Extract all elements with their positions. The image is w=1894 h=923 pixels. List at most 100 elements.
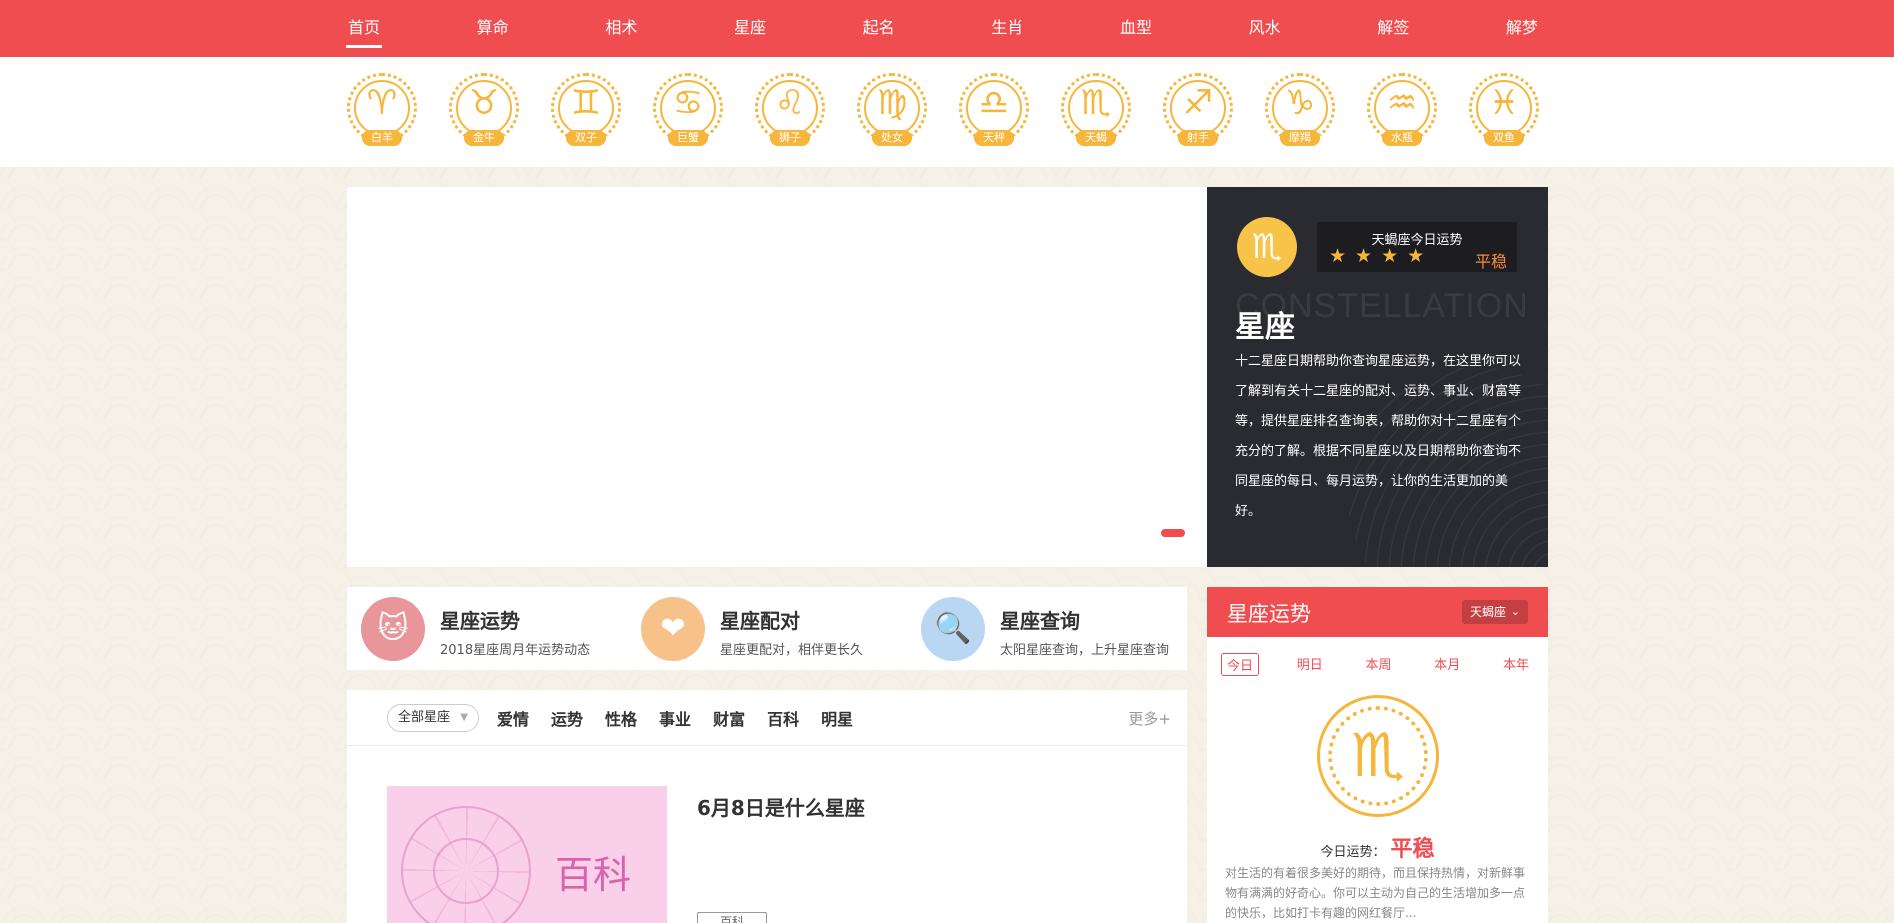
star-rating: ★ ★ ★ ★ xyxy=(1329,246,1424,266)
nav-item[interactable]: 起名 xyxy=(861,0,897,57)
nav-item[interactable]: 星座 xyxy=(732,0,768,57)
panel-description: 十二星座日期帮助你查询星座运势，在这里你可以了解到有关十二星座的配对、运势、事业… xyxy=(1235,354,1522,519)
star-icon: ★ xyxy=(1329,245,1347,267)
top-nav-items: 首页 算命 相术 星座 起名 生肖 血型 风水 解签 解梦 xyxy=(346,0,1540,57)
feature-card[interactable]: 🐱 星座运势 2018星座周月年运势动态 xyxy=(361,587,627,670)
star-icon: ★ xyxy=(1407,245,1425,267)
feature-card[interactable]: 🔍 星座查询 太阳星座查询，上升星座查询 xyxy=(921,587,1187,670)
zodiac-item[interactable]: ♐ 射手 xyxy=(1162,73,1234,153)
feature-title: 星座配对 xyxy=(720,609,800,633)
zodiac-item[interactable]: ♉ 金牛 xyxy=(448,73,520,153)
zodiac-name: 白羊 xyxy=(362,130,402,146)
zodiac-item[interactable]: ♑ 摩羯 xyxy=(1264,73,1336,153)
zodiac-name: 水瓶 xyxy=(1382,130,1422,146)
fortune-level: 平稳 xyxy=(1474,252,1507,271)
feature-title: 星座运势 xyxy=(440,609,520,633)
zodiac-item[interactable]: ♒ 水瓶 xyxy=(1366,73,1438,153)
period-tab[interactable]: 今日 xyxy=(1221,653,1260,676)
nav-item[interactable]: 算命 xyxy=(475,0,511,57)
zodiac-item[interactable]: ♎ 天秤 xyxy=(958,73,1030,153)
filter-tab[interactable]: 爱情 xyxy=(497,706,529,730)
zodiac-name: 双子 xyxy=(566,130,606,146)
zodiac-glyph-icon: ♊ xyxy=(570,83,602,123)
panel-title: 星座 xyxy=(1235,310,1295,345)
period-tab[interactable]: 明日 xyxy=(1292,653,1328,676)
article-tag[interactable]: 百科 xyxy=(697,912,767,923)
feature-subtitle: 星座更配对，相伴更长久 xyxy=(720,643,864,658)
filter-tab[interactable]: 事业 xyxy=(659,706,691,730)
today-fortune-line: 今日运势： 平稳 xyxy=(1207,831,1548,863)
filter-tab[interactable]: 财富 xyxy=(713,706,745,730)
zodiac-glyph-icon: ♎ xyxy=(978,83,1010,123)
zodiac-name: 射手 xyxy=(1178,130,1218,146)
nav-item[interactable]: 风水 xyxy=(1247,0,1283,57)
nav-item[interactable]: 血型 xyxy=(1118,0,1154,57)
scorpio-emblem-icon: ♏ xyxy=(1317,695,1439,817)
zodiac-name: 处女 xyxy=(872,130,912,146)
period-tab[interactable]: 本月 xyxy=(1429,653,1465,676)
article-list: 全部星座 ▼ 爱情 运势 性格 事业 财富 百科 明星 更多+ 百科 6月8日是什么星座 百… xyxy=(347,690,1187,923)
period-tabs: 今日 明日 本周 本月 本年 xyxy=(1221,653,1534,676)
filter-tab[interactable]: 运势 xyxy=(551,706,583,730)
filter-tab[interactable]: 性格 xyxy=(605,706,637,730)
thumbnail-label: 百科 xyxy=(555,853,632,897)
feature-card[interactable]: ❤ 星座配对星座更配对，相伴更长久 xyxy=(641,587,907,670)
filter-bar: 全部星座 ▼ 爱情 运势 性格 事业 财富 百科 明星 更多+ xyxy=(347,690,1187,746)
today-value: 平稳 xyxy=(1390,837,1435,862)
nav-item[interactable]: 首页 xyxy=(346,0,383,57)
zodiac-name: 天蝎 xyxy=(1076,130,1116,146)
zodiac-item[interactable]: ♊ 双子 xyxy=(550,73,622,153)
zodiac-name: 双鱼 xyxy=(1484,130,1524,146)
period-tab[interactable]: 本年 xyxy=(1498,653,1534,676)
zodiac-item[interactable]: ♋ 巨蟹 xyxy=(652,73,724,153)
period-tab[interactable]: 本周 xyxy=(1360,653,1396,676)
feature-subtitle: 2018星座周月年运势动态 xyxy=(440,643,591,658)
search-icon: 🔍 xyxy=(921,597,985,661)
zodiac-name: 狮子 xyxy=(770,130,810,146)
nav-item[interactable]: 生肖 xyxy=(989,0,1025,57)
feature-subtitle: 太阳星座查询，上升星座查询 xyxy=(1000,643,1170,658)
zodiac-glyph-icon: ♋ xyxy=(672,83,704,123)
constellation-intro-panel: ♏ 天蝎座今日运势 ★ ★ ★ ★ 平稳 CONSTELLATION 星座 十二星座日… xyxy=(1207,187,1548,567)
banner-carousel[interactable] xyxy=(347,187,1207,567)
caret-down-icon: ▼ xyxy=(460,712,468,723)
zodiac-glyph-icon: ♌ xyxy=(774,83,806,123)
nav-item[interactable]: 解签 xyxy=(1375,0,1411,57)
zodiac-wheel-image xyxy=(401,806,531,923)
sign-select[interactable]: 天蝎座 ⌄ xyxy=(1462,600,1528,624)
fortune-description: 对生活的有着很多美好的期待，而且保持热情，对新鲜事物有满满的好奇心。你可以主动为… xyxy=(1225,866,1526,920)
filter-tabs: 爱情 运势 性格 事业 财富 百科 明星 xyxy=(497,706,853,730)
today-fortune-box: 天蝎座今日运势 ★ ★ ★ ★ 平稳 xyxy=(1317,222,1517,272)
article-title[interactable]: 6月8日是什么星座 xyxy=(697,792,865,821)
chevron-down-icon: ⌄ xyxy=(1510,605,1520,618)
nav-item[interactable]: 解梦 xyxy=(1504,0,1540,57)
filter-tab[interactable]: 明星 xyxy=(821,706,853,730)
star-icon: ★ xyxy=(1381,245,1399,267)
constellation-filter-select[interactable]: 全部星座 ▼ xyxy=(387,704,479,732)
zodiac-name: 巨蟹 xyxy=(668,130,708,146)
zodiac-strip: ♈ 白羊 ♉ 金牛 ♊ 双子 ♋ 巨蟹 ♌ 狮子 ♍ 处女 ♎ 天秤 ♏ 天蝎 ♐ 射手 ♑ 摩羯 ♒ 水瓶 ♓ 双鱼 xyxy=(0,57,1894,167)
zodiac-item[interactable]: ♍ 处女 xyxy=(856,73,928,153)
zodiac-item[interactable]: ♌ 狮子 xyxy=(754,73,826,153)
today-label: 今日运势： xyxy=(1320,845,1386,860)
nav-item[interactable]: 相术 xyxy=(603,0,639,57)
zodiac-glyph-icon: ♈ xyxy=(366,83,398,123)
filter-tab[interactable]: 百科 xyxy=(767,706,799,730)
zodiac-glyph-icon: ♒ xyxy=(1386,83,1418,123)
article-thumbnail[interactable]: 百科 xyxy=(387,786,667,923)
carousel-indicator[interactable] xyxy=(1161,529,1185,537)
fortune-header: 星座运势 天蝎座 ⌄ xyxy=(1207,587,1548,637)
zodiac-name: 摩羯 xyxy=(1280,130,1320,146)
zodiac-item[interactable]: ♓ 双鱼 xyxy=(1468,73,1540,153)
top-nav: 首页 算命 相术 星座 起名 生肖 血型 风水 解签 解梦 xyxy=(0,0,1894,57)
zodiac-glyph-icon: ♐ xyxy=(1182,83,1214,123)
more-link[interactable]: 更多+ xyxy=(1128,708,1171,729)
zodiac-name: 金牛 xyxy=(464,130,504,146)
zodiac-item[interactable]: ♈ 白羊 xyxy=(346,73,418,153)
zodiac-glyph-icon: ♉ xyxy=(468,83,500,123)
zodiac-glyph-icon: ♓ xyxy=(1488,83,1520,123)
zodiac-item[interactable]: ♏ 天蝎 xyxy=(1060,73,1132,153)
hearts-icon: ❤ xyxy=(641,597,705,661)
scorpio-glyph: ♏ xyxy=(1351,721,1405,791)
scorpio-icon: ♏ xyxy=(1237,217,1297,277)
